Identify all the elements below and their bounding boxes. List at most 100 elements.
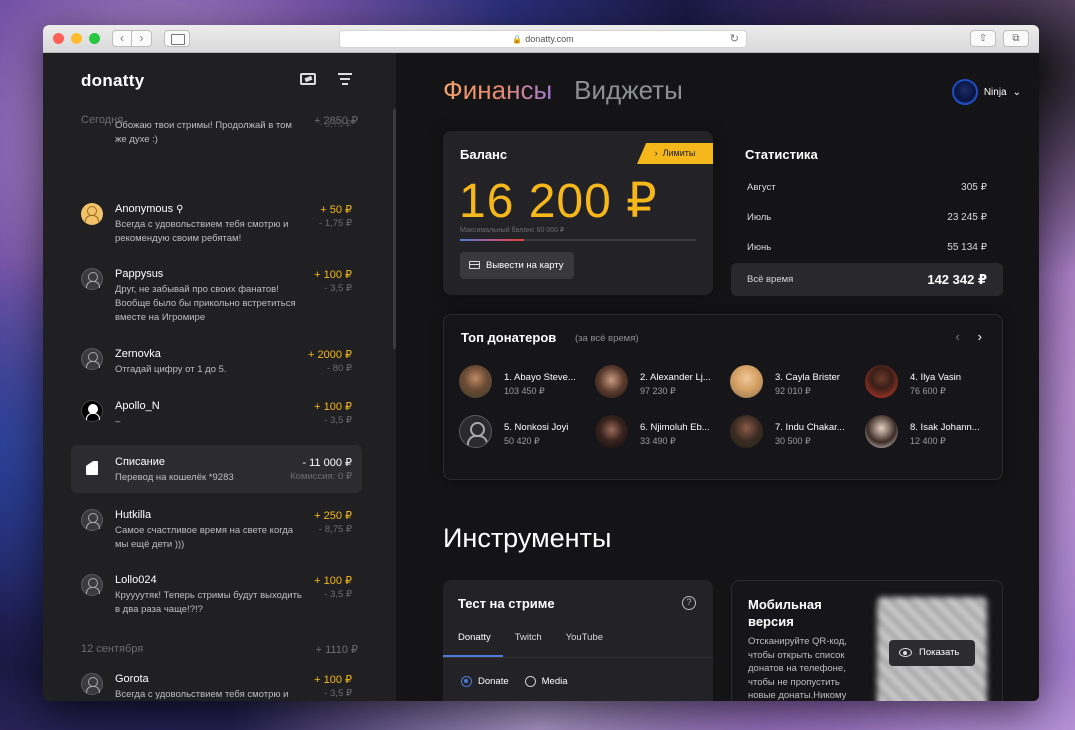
donation-message: Самое счастливое время на свете когда мы… [115, 525, 294, 550]
list-item[interactable]: Gorota Всегда с удовольствием тебя смотр… [81, 673, 352, 701]
withdrawal-item[interactable]: Списание Перевод на кошелёк *9283 - 11 0… [71, 445, 362, 493]
avatar [459, 365, 492, 398]
user-menu[interactable]: Ninja ⌄ [951, 79, 1021, 105]
donation-fee: - 3,5 ₽ [324, 283, 352, 294]
top-donors-subtitle: (за всё время) [575, 333, 639, 344]
tabs-overview-icon[interactable]: ⧉ [1003, 30, 1029, 47]
donation-amount: + 100 ₽ [314, 575, 352, 587]
withdrawal-fee: Комиссия: 0 ₽ [290, 471, 352, 482]
show-qr-button[interactable]: Показать [889, 640, 975, 666]
tab-finance[interactable]: Финансы [443, 75, 552, 106]
donation-message: Друг, не забывай про своих фанатов! Вооб… [115, 284, 296, 323]
donation-fee: - 3,5 ₽ [324, 415, 352, 426]
donation-message: Отгадай цифру от 1 до 5. [115, 364, 227, 375]
user-avatar-icon [81, 673, 103, 695]
tab-widgets[interactable]: Виджеты [574, 75, 683, 106]
donor-name: Gorota [115, 673, 149, 685]
donor-sum: 76 600 ₽ [910, 386, 946, 396]
donation-message: Всегда с удовольствием тебя смотрю и рек… [115, 689, 289, 700]
donor-name: 7. Indu Chakar... [775, 422, 845, 433]
donation-amount: + 50 ₽ [320, 204, 352, 216]
donor-sum: 12 400 ₽ [910, 436, 946, 446]
donor-sum: 33 490 ₽ [640, 436, 676, 446]
sidebar-header: donatty [43, 53, 396, 109]
anonymous-avatar [81, 203, 103, 225]
stream-screen-icon[interactable] [300, 73, 316, 85]
donor-sum: 97 230 ₽ [640, 386, 676, 396]
donation-message: – [115, 416, 121, 427]
stat-row: Июнь 55 134 ₽ [731, 232, 1003, 262]
list-item[interactable]: Lollo024 Круууутяк! Теперь стримы будут … [81, 574, 352, 618]
donation-amount: + 100 ₽ [314, 674, 352, 686]
logo[interactable]: donatty [81, 71, 144, 91]
stream-test-card: Тест на стриме ? Donatty Twitch YouTube … [443, 580, 713, 701]
chevron-right-icon[interactable]: › [978, 329, 982, 344]
donation-amount: + 100 ₽ [314, 401, 352, 413]
radio-media[interactable]: Media [524, 676, 568, 687]
donation-fee: - 8,75 ₽ [319, 524, 352, 535]
date-label: 12 сентября [81, 643, 144, 655]
sidebar-actions [300, 73, 352, 85]
donor-card[interactable]: 5. Nonkosi Joyi 50 420 ₽ [459, 415, 589, 451]
donor-card[interactable]: 7. Indu Chakar... 30 500 ₽ [730, 415, 860, 451]
forward-button[interactable]: › [132, 30, 152, 47]
lock-icon: 🔒 [512, 35, 523, 44]
withdraw-label: Вывести на карту [486, 260, 564, 271]
balance-title: Баланс [460, 147, 508, 162]
donor-name: 6. Njimoluh Eb... [640, 422, 710, 433]
date-group-sept12: 12 сентября + 1110 ₽ [43, 638, 396, 660]
donor-name: Apollo_N [115, 400, 160, 412]
user-name: Ninja [983, 86, 1007, 98]
donor-card[interactable]: 6. Njimoluh Eb... 33 490 ₽ [595, 415, 725, 451]
donor-name: 2. Alexander Lj... [640, 372, 711, 383]
filter-icon[interactable] [338, 73, 352, 85]
donor-card[interactable]: 1. Abayo Steve... 103 450 ₽ [459, 365, 589, 401]
reload-icon[interactable]: ↻ [730, 31, 739, 48]
section-tabs: Финансы Виджеты [443, 75, 683, 106]
donor-card[interactable]: 3. Cayla Brister 92 010 ₽ [730, 365, 860, 401]
list-item[interactable]: Pappysus Друг, не забывай про своих фана… [81, 268, 352, 328]
donors-pagination: ‹ › [955, 329, 982, 344]
toolbar-right: ⇧ ⧉ [970, 30, 1029, 47]
tab-donatty[interactable]: Donatty [443, 630, 503, 657]
list-item[interactable]: Обожаю твои стримы! Продолжай в том же д… [81, 119, 352, 149]
limits-button[interactable]: › Лимиты [637, 143, 713, 164]
apollo-avatar [81, 400, 103, 422]
donor-name: 8. Isak Johann... [910, 422, 980, 433]
statistics-card: Статистика Август 305 ₽ Июль 23 245 ₽ Ию… [731, 131, 1003, 301]
donation-fee: - 3,5 ₽ [324, 589, 352, 600]
help-icon[interactable]: ? [682, 596, 696, 610]
back-button[interactable]: ‹ [112, 30, 132, 47]
sidebar-toggle-icon[interactable] [164, 30, 190, 47]
donor-name: 1. Abayo Steve... [504, 372, 576, 383]
withdraw-to-card-button[interactable]: Вывести на карту [460, 252, 574, 279]
donor-card[interactable]: 4. Ilya Vasin 76 600 ₽ [865, 365, 995, 401]
avatar [865, 365, 898, 398]
stat-row: Август 305 ₽ [731, 172, 1003, 202]
donor-card[interactable]: 2. Alexander Lj... 97 230 ₽ [595, 365, 725, 401]
list-item[interactable]: Apollo_N – + 100 ₽ - 3,5 ₽ [81, 400, 352, 430]
user-avatar-icon [81, 348, 103, 370]
wallet-icon [81, 457, 103, 479]
donation-amount: + 250 ₽ [314, 510, 352, 522]
page-content: donatty Сегодня + 2850 ₽ Обожаю твои стр… [43, 53, 1039, 701]
radio-donate[interactable]: Donate [461, 676, 509, 687]
close-window-button[interactable] [53, 33, 64, 44]
donor-card[interactable]: 8. Isak Johann... 12 400 ₽ [865, 415, 995, 451]
chevron-down-icon: ⌄ [1012, 86, 1021, 98]
share-icon[interactable]: ⇧ [970, 30, 996, 47]
stat-value: 305 ₽ [961, 181, 987, 193]
list-item[interactable]: Hutkilla Самое счастливое время на свете… [81, 509, 352, 553]
donor-name: Anonymous ⚲ [115, 203, 184, 215]
minimize-window-button[interactable] [71, 33, 82, 44]
window-controls [53, 33, 100, 44]
tab-youtube[interactable]: YouTube [554, 630, 615, 657]
donor-name: 3. Cayla Brister [775, 372, 840, 383]
stat-total-value: 142 342 ₽ [927, 271, 987, 287]
list-item[interactable]: Zernovka Отгадай цифру от 1 до 5. + 2000… [81, 348, 352, 378]
list-item[interactable]: Anonymous ⚲ Всегда с удовольствием тебя … [81, 203, 352, 247]
zoom-window-button[interactable] [89, 33, 100, 44]
tab-twitch[interactable]: Twitch [503, 630, 554, 657]
address-bar[interactable]: 🔒 donatty.com ↻ [339, 30, 747, 48]
chevron-left-icon[interactable]: ‹ [955, 329, 959, 344]
